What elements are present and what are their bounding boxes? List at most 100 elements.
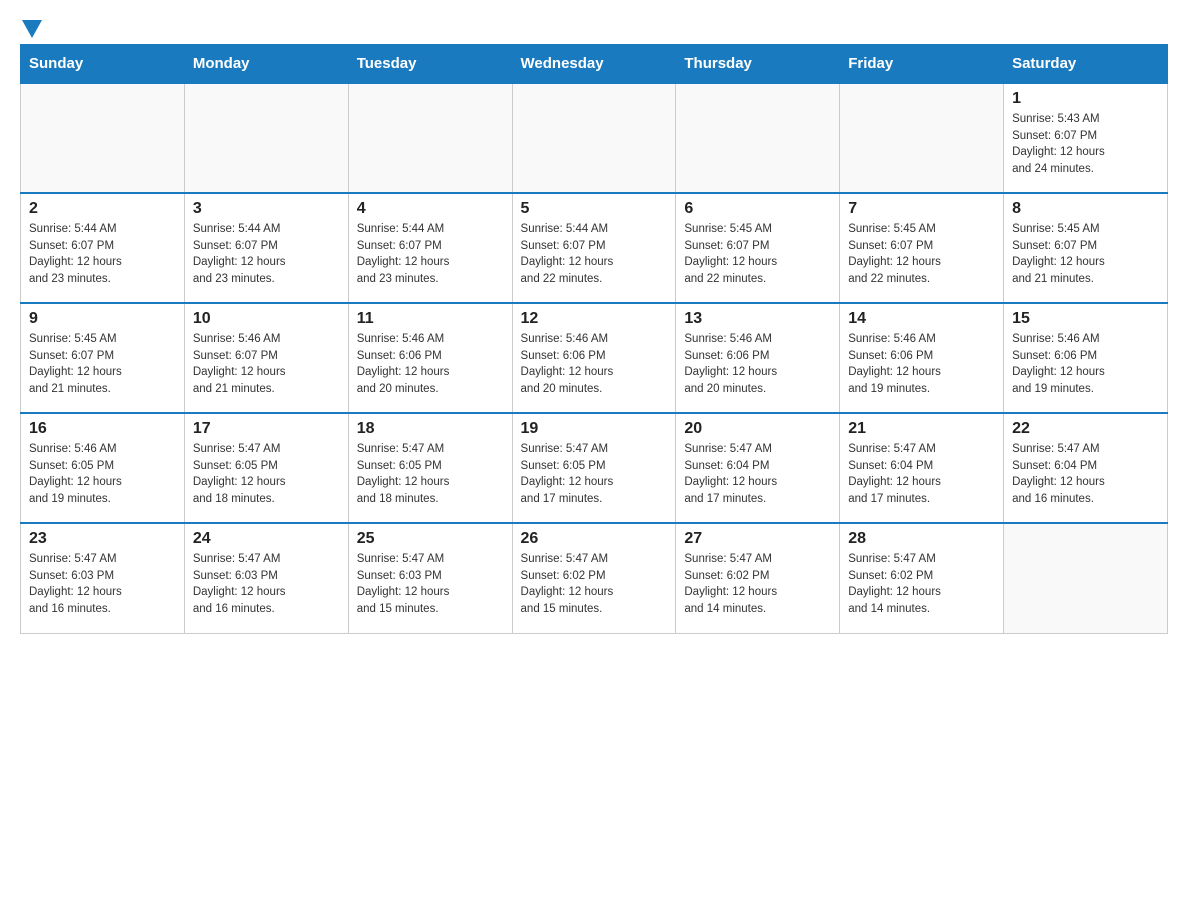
header-wednesday: Wednesday <box>512 45 676 84</box>
day-number: 21 <box>848 420 995 438</box>
calendar-cell: 8 Sunrise: 5:45 AMSunset: 6:07 PMDaylight… <box>1004 193 1168 303</box>
day-number: 5 <box>521 200 668 218</box>
calendar-cell: 5 Sunrise: 5:44 AMSunset: 6:07 PMDaylight… <box>512 193 676 303</box>
day-number: 9 <box>29 310 176 328</box>
day-info: Sunrise: 5:47 AMSunset: 6:05 PMDaylight:… <box>357 441 504 508</box>
calendar-cell: 10 Sunrise: 5:46 AMSunset: 6:07 PMDayligh… <box>184 303 348 413</box>
day-info: Sunrise: 5:44 AMSunset: 6:07 PMDaylight:… <box>357 221 504 288</box>
header-monday: Monday <box>184 45 348 84</box>
day-number: 17 <box>193 420 340 438</box>
day-info: Sunrise: 5:45 AMSunset: 6:07 PMDaylight:… <box>1012 221 1159 288</box>
calendar-cell: 25 Sunrise: 5:47 AMSunset: 6:03 PMDayligh… <box>348 523 512 633</box>
calendar-cell: 13 Sunrise: 5:46 AMSunset: 6:06 PMDayligh… <box>676 303 840 413</box>
logo-text <box>20 20 44 38</box>
day-number: 13 <box>684 310 831 328</box>
calendar-cell <box>1004 523 1168 633</box>
day-number: 19 <box>521 420 668 438</box>
calendar-week-row: 16 Sunrise: 5:46 AMSunset: 6:05 PMDayligh… <box>21 413 1168 523</box>
day-info: Sunrise: 5:43 AMSunset: 6:07 PMDaylight:… <box>1012 111 1159 178</box>
calendar-cell: 11Sunrise: 5:46 AMSunset: 6:06 PMDayligh… <box>348 303 512 413</box>
day-number: 20 <box>684 420 831 438</box>
day-info: Sunrise: 5:47 AMSunset: 6:02 PMDaylight:… <box>848 551 995 618</box>
calendar-cell <box>840 83 1004 193</box>
header-tuesday: Tuesday <box>348 45 512 84</box>
header-friday: Friday <box>840 45 1004 84</box>
calendar-cell: 1 Sunrise: 5:43 AMSunset: 6:07 PMDaylight… <box>1004 83 1168 193</box>
day-number: 1 <box>1012 90 1159 108</box>
calendar-cell: 21 Sunrise: 5:47 AMSunset: 6:04 PMDayligh… <box>840 413 1004 523</box>
header-saturday: Saturday <box>1004 45 1168 84</box>
day-info: Sunrise: 5:47 AMSunset: 6:04 PMDaylight:… <box>1012 441 1159 508</box>
calendar-header-row: Sunday Monday Tuesday Wednesday Thursday… <box>21 45 1168 84</box>
calendar-week-row: 2 Sunrise: 5:44 AMSunset: 6:07 PMDaylight… <box>21 193 1168 303</box>
calendar-cell <box>348 83 512 193</box>
calendar-cell: 16 Sunrise: 5:46 AMSunset: 6:05 PMDayligh… <box>21 413 185 523</box>
day-number: 16 <box>29 420 176 438</box>
calendar-cell: 9 Sunrise: 5:45 AMSunset: 6:07 PMDaylight… <box>21 303 185 413</box>
logo-triangle-icon <box>22 20 42 38</box>
calendar-cell <box>21 83 185 193</box>
day-number: 4 <box>357 200 504 218</box>
calendar-week-row: 23 Sunrise: 5:47 AMSunset: 6:03 PMDayligh… <box>21 523 1168 633</box>
logo <box>20 20 44 34</box>
header-thursday: Thursday <box>676 45 840 84</box>
day-number: 2 <box>29 200 176 218</box>
day-number: 3 <box>193 200 340 218</box>
day-number: 26 <box>521 530 668 548</box>
calendar-cell: 28 Sunrise: 5:47 AMSunset: 6:02 PMDayligh… <box>840 523 1004 633</box>
calendar-cell: 26 Sunrise: 5:47 AMSunset: 6:02 PMDayligh… <box>512 523 676 633</box>
calendar-cell: 12 Sunrise: 5:46 AMSunset: 6:06 PMDayligh… <box>512 303 676 413</box>
day-info: Sunrise: 5:47 AMSunset: 6:04 PMDaylight:… <box>684 441 831 508</box>
day-info: Sunrise: 5:46 AMSunset: 6:06 PMDaylight:… <box>848 331 995 398</box>
day-info: Sunrise: 5:47 AMSunset: 6:02 PMDaylight:… <box>684 551 831 618</box>
calendar-cell: 22 Sunrise: 5:47 AMSunset: 6:04 PMDayligh… <box>1004 413 1168 523</box>
day-number: 14 <box>848 310 995 328</box>
header-sunday: Sunday <box>21 45 185 84</box>
calendar-cell: 6 Sunrise: 5:45 AMSunset: 6:07 PMDaylight… <box>676 193 840 303</box>
day-number: 12 <box>521 310 668 328</box>
day-number: 25 <box>357 530 504 548</box>
calendar-cell: 14 Sunrise: 5:46 AMSunset: 6:06 PMDayligh… <box>840 303 1004 413</box>
day-info: Sunrise: 5:46 AMSunset: 6:06 PMDaylight:… <box>521 331 668 398</box>
day-info: Sunrise: 5:44 AMSunset: 6:07 PMDaylight:… <box>29 221 176 288</box>
calendar-cell: 7Sunrise: 5:45 AMSunset: 6:07 PMDaylight… <box>840 193 1004 303</box>
calendar-cell: 19Sunrise: 5:47 AMSunset: 6:05 PMDayligh… <box>512 413 676 523</box>
calendar-cell: 27 Sunrise: 5:47 AMSunset: 6:02 PMDayligh… <box>676 523 840 633</box>
day-number: 11 <box>357 310 504 328</box>
day-info: Sunrise: 5:44 AMSunset: 6:07 PMDaylight:… <box>521 221 668 288</box>
day-info: Sunrise: 5:46 AMSunset: 6:05 PMDaylight:… <box>29 441 176 508</box>
calendar-cell: 17Sunrise: 5:47 AMSunset: 6:05 PMDayligh… <box>184 413 348 523</box>
calendar-cell: 3Sunrise: 5:44 AMSunset: 6:07 PMDaylight… <box>184 193 348 303</box>
day-info: Sunrise: 5:46 AMSunset: 6:06 PMDaylight:… <box>684 331 831 398</box>
calendar-week-row: 1 Sunrise: 5:43 AMSunset: 6:07 PMDaylight… <box>21 83 1168 193</box>
day-info: Sunrise: 5:47 AMSunset: 6:03 PMDaylight:… <box>193 551 340 618</box>
day-number: 8 <box>1012 200 1159 218</box>
day-number: 22 <box>1012 420 1159 438</box>
calendar-cell: 18Sunrise: 5:47 AMSunset: 6:05 PMDayligh… <box>348 413 512 523</box>
day-info: Sunrise: 5:46 AMSunset: 6:07 PMDaylight:… <box>193 331 340 398</box>
day-info: Sunrise: 5:47 AMSunset: 6:04 PMDaylight:… <box>848 441 995 508</box>
calendar-cell: 24 Sunrise: 5:47 AMSunset: 6:03 PMDayligh… <box>184 523 348 633</box>
day-number: 28 <box>848 530 995 548</box>
day-info: Sunrise: 5:47 AMSunset: 6:02 PMDaylight:… <box>521 551 668 618</box>
calendar-cell: 2 Sunrise: 5:44 AMSunset: 6:07 PMDaylight… <box>21 193 185 303</box>
calendar-cell <box>184 83 348 193</box>
calendar-cell: 23 Sunrise: 5:47 AMSunset: 6:03 PMDayligh… <box>21 523 185 633</box>
day-number: 27 <box>684 530 831 548</box>
calendar-cell <box>676 83 840 193</box>
calendar-cell: 20 Sunrise: 5:47 AMSunset: 6:04 PMDayligh… <box>676 413 840 523</box>
day-info: Sunrise: 5:45 AMSunset: 6:07 PMDaylight:… <box>29 331 176 398</box>
calendar-cell <box>512 83 676 193</box>
calendar-cell: 4 Sunrise: 5:44 AMSunset: 6:07 PMDaylight… <box>348 193 512 303</box>
day-number: 24 <box>193 530 340 548</box>
day-number: 6 <box>684 200 831 218</box>
day-info: Sunrise: 5:47 AMSunset: 6:03 PMDaylight:… <box>29 551 176 618</box>
day-number: 10 <box>193 310 340 328</box>
day-info: Sunrise: 5:46 AMSunset: 6:06 PMDaylight:… <box>1012 331 1159 398</box>
page-header <box>20 20 1168 34</box>
day-info: Sunrise: 5:47 AMSunset: 6:03 PMDaylight:… <box>357 551 504 618</box>
calendar-cell: 15Sunrise: 5:46 AMSunset: 6:06 PMDayligh… <box>1004 303 1168 413</box>
day-number: 23 <box>29 530 176 548</box>
day-info: Sunrise: 5:45 AMSunset: 6:07 PMDaylight:… <box>684 221 831 288</box>
day-number: 7 <box>848 200 995 218</box>
